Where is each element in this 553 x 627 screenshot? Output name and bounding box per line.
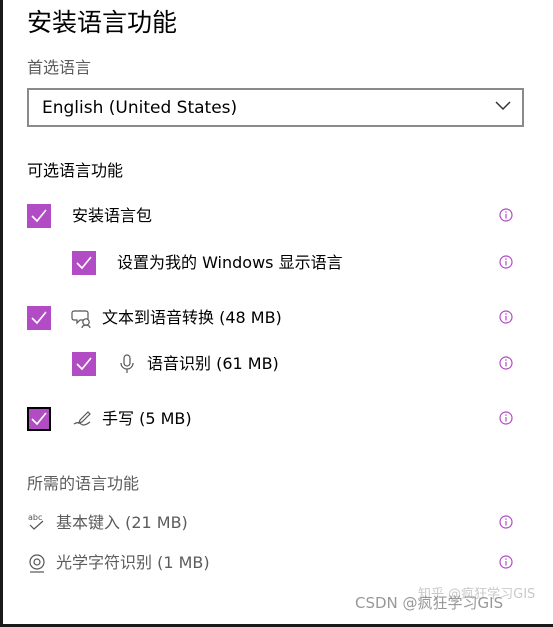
optional-features-heading: 可选语言功能 xyxy=(27,161,124,180)
abc-typing-icon: abc xyxy=(28,513,44,530)
chevron-down-icon xyxy=(495,101,511,111)
feature-row-language-pack: 安装语言包 xyxy=(0,202,553,230)
display-language-label: 设置为我的 Windows 显示语言 xyxy=(117,253,343,272)
info-icon[interactable] xyxy=(499,555,513,569)
handwriting-label: 手写 (5 MB) xyxy=(102,409,192,428)
feature-row-text-to-speech: 文本到语音转换 (48 MB) xyxy=(0,304,553,332)
language-pack-label: 安装语言包 xyxy=(72,206,153,225)
language-pack-checkbox[interactable] xyxy=(27,204,51,228)
feature-row-speech-recognition: 语音识别 (61 MB) xyxy=(0,350,553,378)
checkmark-icon xyxy=(31,412,47,426)
checkmark-icon xyxy=(76,256,92,270)
required-row-ocr: 光学字符识别 (1 MB) xyxy=(0,549,553,577)
ocr-icon xyxy=(29,554,45,573)
info-icon[interactable] xyxy=(499,356,513,370)
speech-recognition-label: 语音识别 (61 MB) xyxy=(147,354,279,373)
info-icon[interactable] xyxy=(499,208,513,222)
preferred-language-value: English (United States) xyxy=(42,98,238,118)
handwriting-checkbox[interactable] xyxy=(27,407,51,431)
required-features-heading: 所需的语言功能 xyxy=(27,474,140,493)
text-to-speech-label: 文本到语音转换 (48 MB) xyxy=(102,308,282,327)
ocr-label: 光学字符识别 (1 MB) xyxy=(56,553,210,572)
info-icon[interactable] xyxy=(499,515,513,529)
required-row-basic-typing: abc 基本键入 (21 MB) xyxy=(0,509,553,537)
feature-row-display-language: 设置为我的 Windows 显示语言 xyxy=(0,249,553,277)
preferred-language-heading: 首选语言 xyxy=(27,58,92,77)
basic-typing-label: 基本键入 (21 MB) xyxy=(56,513,188,532)
info-icon[interactable] xyxy=(499,411,513,425)
text-to-speech-checkbox[interactable] xyxy=(27,306,51,330)
microphone-icon xyxy=(120,354,134,373)
info-icon[interactable] xyxy=(499,310,513,324)
watermark-csdn: CSDN @疯狂学习GIS xyxy=(355,594,504,612)
checkmark-icon xyxy=(76,357,92,371)
page-title: 安装语言功能 xyxy=(27,8,178,37)
handwriting-icon xyxy=(73,411,91,426)
preferred-language-dropdown[interactable]: English (United States) xyxy=(27,88,524,127)
display-language-checkbox[interactable] xyxy=(72,251,96,275)
speech-recognition-checkbox[interactable] xyxy=(72,352,96,376)
checkmark-icon xyxy=(31,311,47,325)
info-icon[interactable] xyxy=(499,255,513,269)
text-to-speech-icon xyxy=(71,310,91,329)
feature-row-handwriting: 手写 (5 MB) xyxy=(0,405,553,433)
checkmark-icon xyxy=(31,209,47,223)
svg-text:abc: abc xyxy=(28,513,42,522)
